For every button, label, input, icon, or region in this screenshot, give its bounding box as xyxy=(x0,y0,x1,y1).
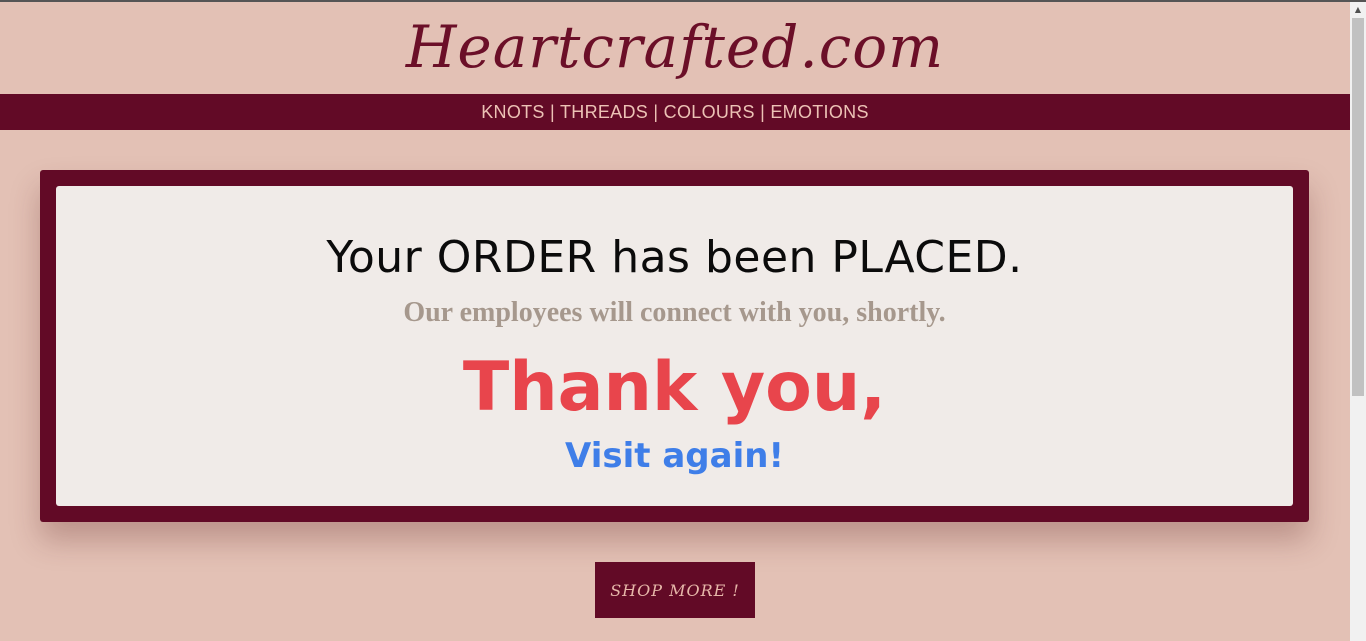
order-confirmation-card: Your ORDER has been PLACED. Our employee… xyxy=(40,170,1309,522)
vertical-scrollbar[interactable]: ▲ xyxy=(1350,2,1366,641)
scrollbar-thumb[interactable] xyxy=(1352,18,1364,396)
employee-contact-note: Our employees will connect with you, sho… xyxy=(403,297,946,328)
order-confirmation-panel: Your ORDER has been PLACED. Our employee… xyxy=(56,186,1293,506)
nav-categories: KNOTS | THREADS | COLOURS | EMOTIONS xyxy=(481,102,869,122)
site-header: Heartcrafted.com xyxy=(0,2,1350,94)
order-placed-heading: Your ORDER has been PLACED. xyxy=(326,232,1023,283)
site-logo[interactable]: Heartcrafted.com xyxy=(406,8,944,86)
visit-again-text: Visit again! xyxy=(565,436,784,476)
scroll-up-arrow-icon[interactable]: ▲ xyxy=(1350,2,1366,18)
thank-you-text: Thank you, xyxy=(462,348,887,427)
shop-more-button[interactable]: SHOP MORE ! xyxy=(595,562,755,618)
category-navbar: KNOTS | THREADS | COLOURS | EMOTIONS xyxy=(0,94,1350,130)
